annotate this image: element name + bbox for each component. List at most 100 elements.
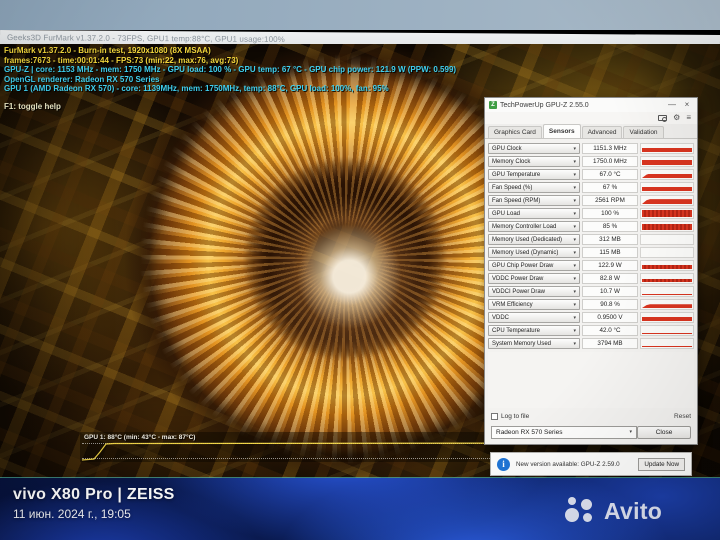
- sensor-label-button[interactable]: Memory Controller Load ▾: [488, 221, 580, 232]
- reset-button[interactable]: Reset: [674, 413, 691, 420]
- gpuz-app-icon: Z: [489, 101, 497, 109]
- sensor-label-button[interactable]: VDDC Power Draw ▾: [488, 273, 580, 284]
- sensor-label-button[interactable]: CPU Temperature ▾: [488, 325, 580, 336]
- sensor-row: System Memory Used ▾ 3794 MB: [488, 337, 694, 350]
- tab-graphics-card[interactable]: Graphics Card: [488, 126, 542, 138]
- sensor-label: VDDC: [492, 314, 510, 321]
- menu-icon[interactable]: ≡: [686, 114, 691, 122]
- chevron-down-icon: ▾: [573, 145, 576, 152]
- sensor-value: 67.0 °C: [582, 169, 638, 180]
- tab-validation[interactable]: Validation: [623, 126, 664, 138]
- sensor-label-button[interactable]: System Memory Used ▾: [488, 338, 580, 349]
- sensor-label: VDDCI Power Draw: [492, 288, 546, 295]
- sensor-bar: [642, 293, 692, 295]
- sensor-value: 115 MB: [582, 247, 638, 258]
- sensor-bar: [642, 160, 692, 165]
- close-button[interactable]: Close: [637, 425, 691, 439]
- chevron-down-icon: ▾: [573, 236, 576, 243]
- sensor-history-graph: [640, 286, 694, 297]
- sensor-row: VRM Efficiency ▾ 90.8 %: [488, 298, 694, 311]
- sensor-row: VDDC Power Draw ▾ 82.8 W: [488, 272, 694, 285]
- chevron-down-icon: ▾: [573, 340, 576, 347]
- gpu-select-dropdown[interactable]: Radeon RX 570 Series ▾: [491, 425, 637, 439]
- sensor-history-graph: [640, 325, 694, 336]
- sensor-history-graph: [640, 156, 694, 167]
- sensor-row: CPU Temperature ▾ 42.0 °C: [488, 324, 694, 337]
- sensor-label-button[interactable]: VRM Efficiency ▾: [488, 299, 580, 310]
- chevron-down-icon: ▾: [573, 262, 576, 269]
- sensor-value: 90.8 %: [582, 299, 638, 310]
- sensor-label-button[interactable]: VDDC ▾: [488, 312, 580, 323]
- gpuz-toolbar: ⚙ ≡: [485, 112, 697, 124]
- sensor-label-button[interactable]: Memory Used (Dedicated) ▾: [488, 234, 580, 245]
- sensor-label: Memory Clock: [492, 158, 531, 165]
- log-to-file-checkbox[interactable]: Log to file: [491, 412, 530, 420]
- info-icon: i: [497, 457, 510, 471]
- sensor-label-button[interactable]: Fan Speed (%) ▾: [488, 182, 580, 193]
- tab-advanced[interactable]: Advanced: [581, 126, 623, 138]
- settings-gear-icon[interactable]: ⚙: [673, 114, 680, 122]
- sensor-bar: [642, 345, 692, 347]
- chevron-down-icon: ▾: [573, 184, 576, 191]
- chevron-down-icon: ▾: [573, 301, 576, 308]
- furmark-osd: FurMark v1.37.2.0 - Burn-in test, 1920x1…: [4, 46, 456, 111]
- avito-logo-text: Avito: [604, 497, 663, 524]
- close-window-button[interactable]: ×: [681, 99, 693, 111]
- sensor-value: 82.8 W: [582, 273, 638, 284]
- sensor-label-button[interactable]: VDDCI Power Draw ▾: [488, 286, 580, 297]
- tab-sensors[interactable]: Sensors: [542, 124, 581, 138]
- osd-line: FurMark v1.37.2.0 - Burn-in test, 1920x1…: [4, 46, 211, 55]
- chevron-down-icon: ▾: [573, 327, 576, 334]
- update-now-button[interactable]: Update Now: [638, 457, 685, 471]
- sensor-row: VDDCI Power Draw ▾ 10.7 W: [488, 285, 694, 298]
- sensor-label: Memory Used (Dynamic): [492, 249, 559, 256]
- minimize-button[interactable]: —: [666, 99, 678, 111]
- sensor-label-button[interactable]: Memory Clock ▾: [488, 156, 580, 167]
- sensor-history-graph: [640, 312, 694, 323]
- sensor-bar: [642, 224, 692, 230]
- gpuz-tab-bar: Graphics Card Sensors Advanced Validatio…: [485, 124, 697, 139]
- update-notification-bar: i New version available: GPU-Z 2.59.0 Up…: [490, 452, 692, 476]
- chevron-down-icon: ▾: [573, 223, 576, 230]
- sensor-history-graph: [640, 182, 694, 193]
- sensor-label-button[interactable]: GPU Chip Power Draw ▾: [488, 260, 580, 271]
- sensor-bar: [642, 316, 692, 321]
- avito-watermark: Avito: [565, 496, 662, 526]
- gpu-select-value: Radeon RX 570 Series: [496, 428, 563, 436]
- sensor-label-button[interactable]: GPU Clock ▾: [488, 143, 580, 154]
- sensor-bar: [642, 265, 692, 269]
- sensor-bar: [642, 333, 692, 334]
- sensor-label-button[interactable]: Memory Used (Dynamic) ▾: [488, 247, 580, 258]
- sensor-value: 100 %: [582, 208, 638, 219]
- sensor-value: 122.9 W: [582, 260, 638, 271]
- chevron-down-icon: ▾: [573, 197, 576, 204]
- chevron-down-icon: ▾: [573, 288, 576, 295]
- sensor-bar: [642, 186, 692, 191]
- camera-watermark-device: vivo X80 Pro | ZEISS: [13, 486, 175, 503]
- sensor-bar: [642, 147, 692, 152]
- sensor-label: System Memory Used: [492, 340, 552, 347]
- sensor-value: 0.9500 V: [582, 312, 638, 323]
- sensor-label-button[interactable]: GPU Temperature ▾: [488, 169, 580, 180]
- photo-top-band: [0, 0, 720, 30]
- gpuz-footer: Log to file Reset Radeon RX 570 Series ▾…: [485, 410, 697, 444]
- sensor-value: 2561 RPM: [582, 195, 638, 206]
- sensor-value: 3794 MB: [582, 338, 638, 349]
- sensor-row: Memory Used (Dynamic) ▾ 115 MB: [488, 246, 694, 259]
- screenshot-icon[interactable]: [658, 115, 668, 122]
- checkbox-box[interactable]: [491, 412, 498, 420]
- sensor-history-graph: [640, 260, 694, 271]
- sensor-bar: [642, 209, 692, 217]
- sensor-label-button[interactable]: Fan Speed (RPM) ▾: [488, 195, 580, 206]
- sensor-history-graph: [640, 299, 694, 310]
- gpuz-titlebar[interactable]: Z TechPowerUp GPU-Z 2.55.0 — ×: [485, 98, 697, 112]
- sensor-label: Fan Speed (%): [492, 184, 533, 191]
- chevron-down-icon: ▾: [573, 314, 576, 321]
- sensor-history-graph: [640, 143, 694, 154]
- sensor-label: GPU Clock: [492, 145, 522, 152]
- furmark-window-title: Geeks3D FurMark v1.37.2.0 - 73FPS, GPU1 …: [6, 33, 285, 44]
- sensor-row: GPU Load ▾ 100 %: [488, 207, 694, 220]
- log-to-file-label: Log to file: [501, 412, 530, 420]
- sensor-label-button[interactable]: GPU Load ▾: [488, 208, 580, 219]
- sensor-label: VRM Efficiency: [492, 301, 533, 308]
